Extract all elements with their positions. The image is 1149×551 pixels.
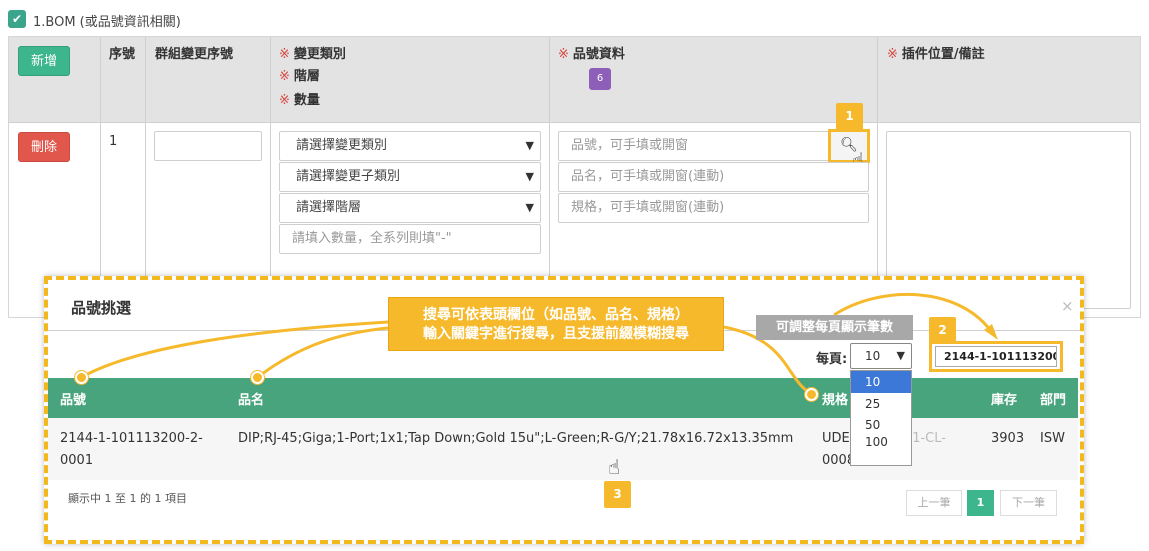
marker-dot	[251, 371, 264, 384]
per-page-callout: 可調整每頁顯示筆數	[756, 315, 913, 340]
arrow-to-part-name	[257, 326, 389, 379]
marker-dot	[75, 371, 88, 384]
arrow-to-part-no	[81, 320, 389, 379]
marker-dot	[805, 388, 818, 401]
annotation-arrows	[81, 292, 998, 396]
search-callout: 搜尋可依表頭欄位（如品號、品名、規格） 輸入關鍵字進行搜尋，且支援前綴模糊搜尋	[388, 297, 724, 351]
